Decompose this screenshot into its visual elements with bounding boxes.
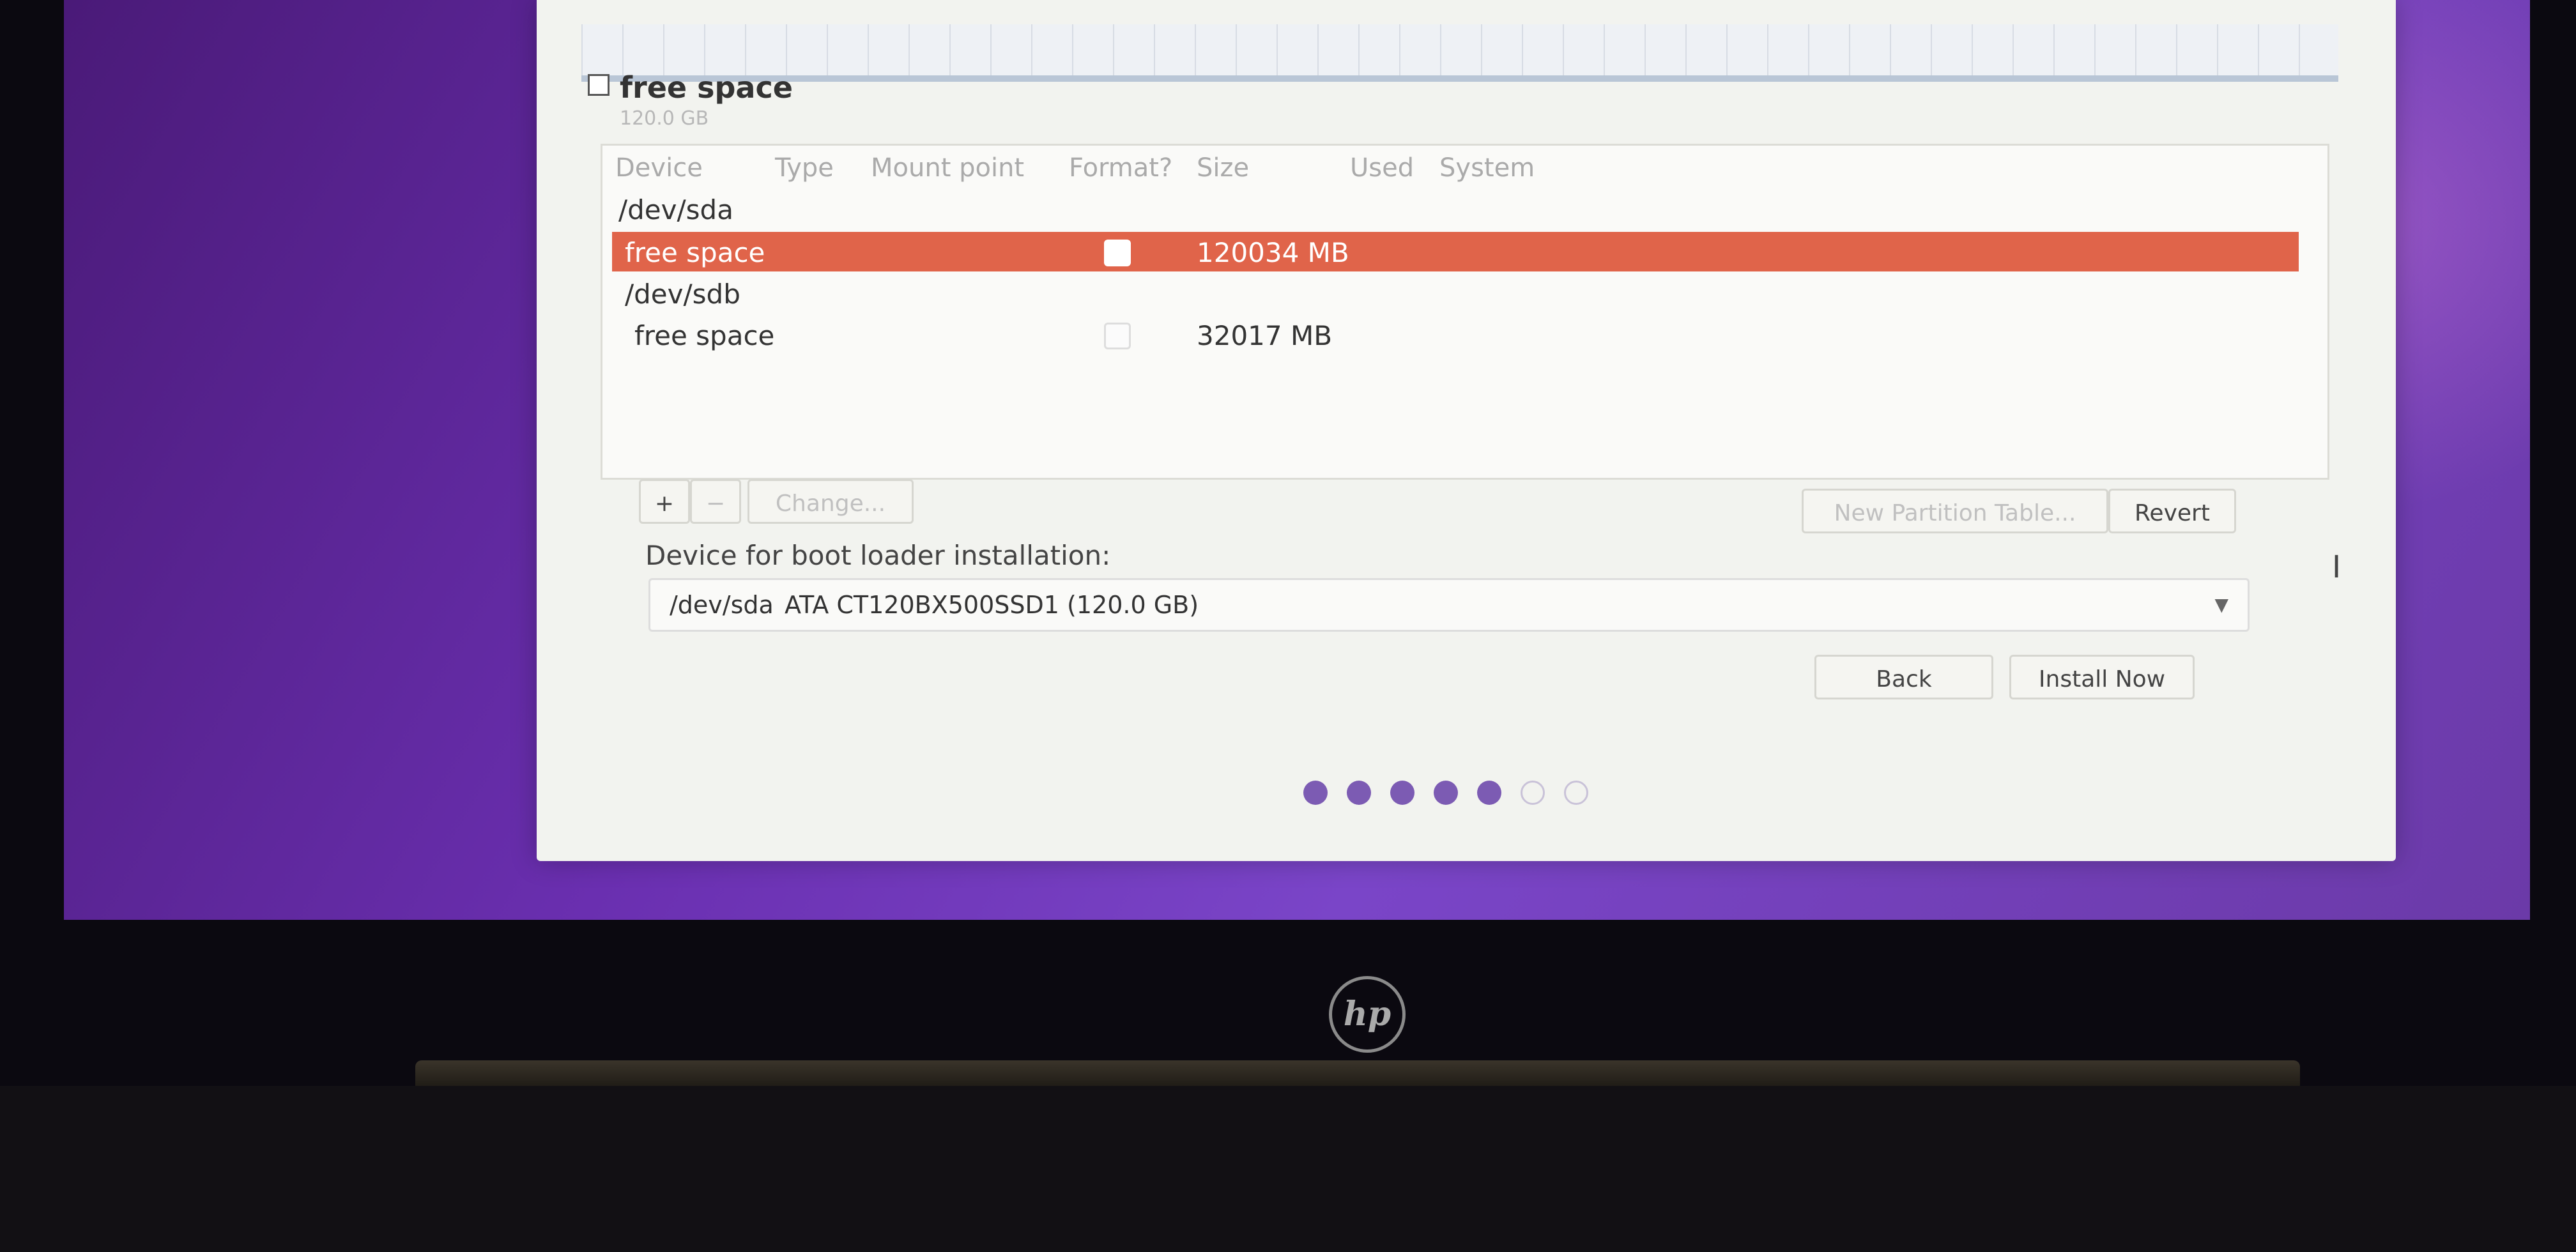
row-device: free space xyxy=(634,320,775,351)
legend-name: free space xyxy=(620,70,793,105)
progress-dot-complete xyxy=(1390,781,1414,805)
boot-loader-description: ATA CT120BX500SSD1 (120.0 GB) xyxy=(785,591,1199,619)
partition-legend: free space 120.0 GB xyxy=(588,70,793,130)
row-device: /dev/sda xyxy=(618,194,733,225)
table-row[interactable]: free space 32017 MB xyxy=(612,315,2299,355)
chevron-down-icon: ▼ xyxy=(2214,594,2228,615)
format-checkbox[interactable] xyxy=(1104,240,1131,266)
legend-swatch xyxy=(588,74,610,96)
laptop-screen: free space 120.0 GB Device Type Mount po… xyxy=(64,0,2530,920)
table-header: Device Type Mount point Format? Size Use… xyxy=(602,153,2327,192)
partition-table: Device Type Mount point Format? Size Use… xyxy=(601,144,2329,480)
header-type[interactable]: Type xyxy=(775,153,834,183)
table-row[interactable]: /dev/sdb xyxy=(612,273,2299,313)
boot-loader-device: /dev/sda xyxy=(670,591,774,619)
add-partition-button[interactable]: + xyxy=(639,479,690,524)
legend-size: 120.0 GB xyxy=(620,107,709,130)
text-cursor-icon: I xyxy=(2332,549,2342,585)
progress-dot-complete xyxy=(1434,781,1458,805)
progress-dot-pending xyxy=(1521,781,1545,805)
header-system[interactable]: System xyxy=(1439,153,1535,183)
header-size[interactable]: Size xyxy=(1197,153,1249,183)
progress-dot-pending xyxy=(1564,781,1588,805)
header-device[interactable]: Device xyxy=(615,153,703,183)
header-format[interactable]: Format? xyxy=(1069,153,1172,183)
row-device: /dev/sdb xyxy=(625,279,740,310)
back-button[interactable]: Back xyxy=(1814,655,1993,699)
table-row[interactable]: /dev/sda xyxy=(612,189,2299,229)
boot-loader-label: Device for boot loader installation: xyxy=(645,540,1111,571)
progress-dot-complete xyxy=(1477,781,1501,805)
format-checkbox[interactable] xyxy=(1104,323,1131,349)
progress-dots xyxy=(1303,781,1588,805)
laptop-deck xyxy=(0,1086,2576,1252)
new-partition-table-button[interactable]: New Partition Table... xyxy=(1802,489,2108,533)
header-mount-point[interactable]: Mount point xyxy=(871,153,1024,183)
row-size: 120034 MB xyxy=(1197,237,1349,268)
installer-window: free space 120.0 GB Device Type Mount po… xyxy=(537,0,2396,861)
revert-button[interactable]: Revert xyxy=(2108,489,2236,533)
boot-loader-select[interactable]: /dev/sda ATA CT120BX500SSD1 (120.0 GB) ▼ xyxy=(648,578,2250,632)
progress-dot-complete xyxy=(1303,781,1328,805)
install-now-button[interactable]: Install Now xyxy=(2009,655,2195,699)
change-partition-button[interactable]: Change... xyxy=(747,479,914,524)
table-row-selected[interactable]: free space 120034 MB xyxy=(612,232,2299,271)
row-size: 32017 MB xyxy=(1197,320,1333,351)
row-device: free space xyxy=(625,237,765,268)
header-used[interactable]: Used xyxy=(1350,153,1414,183)
progress-dot-complete xyxy=(1347,781,1371,805)
partition-bar xyxy=(581,24,2338,82)
brand-logo: hp xyxy=(1329,976,1406,1053)
remove-partition-button[interactable]: − xyxy=(690,479,741,524)
